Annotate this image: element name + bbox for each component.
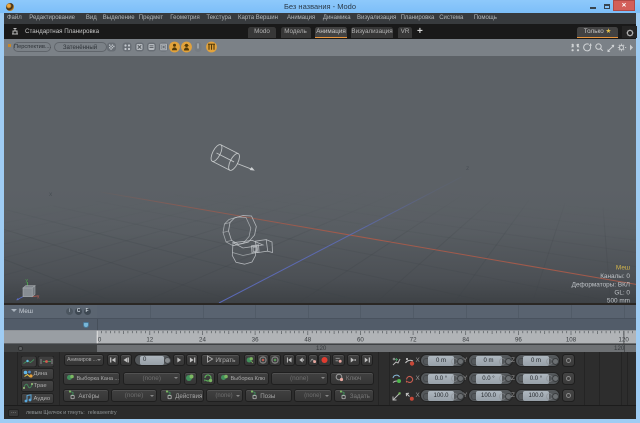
svg-text:48: 48 <box>304 337 311 344</box>
svg-text:96: 96 <box>515 337 522 344</box>
svg-text:108: 108 <box>566 337 577 344</box>
svg-text:z: z <box>466 165 469 172</box>
svg-text:Каналы: 0: Каналы: 0 <box>600 273 630 280</box>
svg-text:36: 36 <box>252 337 259 344</box>
svg-text:12: 12 <box>146 337 153 344</box>
svg-text:24: 24 <box>199 337 206 344</box>
svg-text:84: 84 <box>462 337 469 344</box>
svg-text:72: 72 <box>410 337 417 344</box>
svg-text:GL: 0: GL: 0 <box>614 290 630 297</box>
svg-text:60: 60 <box>357 337 364 344</box>
svg-text:Деформаторы: ВКЛ: Деформаторы: ВКЛ <box>572 281 630 288</box>
svg-text:0: 0 <box>98 337 102 344</box>
svg-text:Меш: Меш <box>616 265 630 272</box>
